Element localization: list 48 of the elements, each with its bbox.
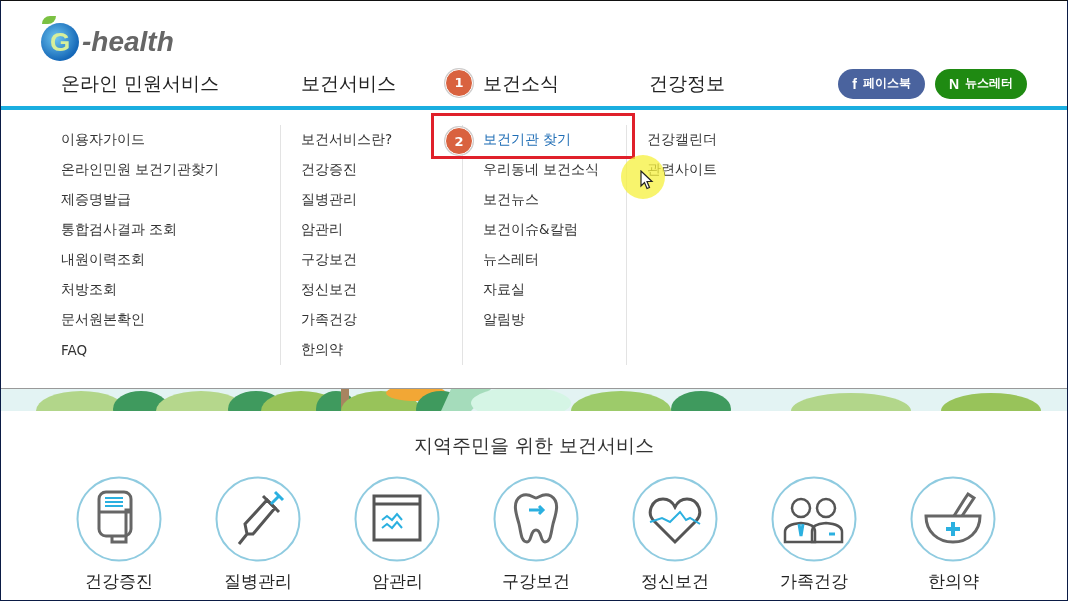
submenu-item[interactable]: 이용자가이드 xyxy=(61,131,145,149)
nav-menu-item[interactable]: 온라인 민원서비스 xyxy=(61,70,220,97)
submenu-item[interactable]: 암관리 xyxy=(301,221,343,239)
service-label[interactable]: 암관리 xyxy=(371,570,423,593)
submenu-item[interactable]: 뉴스레터 xyxy=(483,251,539,269)
service-label[interactable]: 건강증진 xyxy=(85,570,153,593)
social-button[interactable]: N 뉴스레터 xyxy=(934,68,1027,99)
submenu-item[interactable]: 건강캘린더 xyxy=(647,131,717,149)
submenu-item[interactable]: 보건기관 찾기 xyxy=(483,131,572,149)
submenu-item[interactable]: 건강증진 xyxy=(301,161,357,179)
service-icon[interactable] xyxy=(76,476,162,562)
submenu-item[interactable]: 내원이력조회 xyxy=(61,251,145,269)
service-icon[interactable] xyxy=(771,476,857,562)
social-button[interactable]: f 페이스북 xyxy=(838,68,925,99)
nav-menu-item[interactable]: 건강정보 xyxy=(649,70,725,97)
service-label[interactable]: 질병관리 xyxy=(224,570,292,593)
submenu-item[interactable]: 보건뉴스 xyxy=(483,191,539,209)
submenu-item[interactable]: 처방조회 xyxy=(61,281,117,299)
submenu-item[interactable]: 제증명발급 xyxy=(61,191,131,209)
logo[interactable]: G -health xyxy=(41,16,174,61)
submenu-item[interactable]: 보건이슈&칼럼 xyxy=(483,221,578,239)
submenu-item[interactable]: 문서원본확인 xyxy=(61,311,145,329)
submenu-item[interactable]: 온라인민원 보건기관찾기 xyxy=(61,161,220,179)
submenu-item[interactable]: 우리동네 보건소식 xyxy=(483,161,600,179)
submenu-item[interactable]: 통합검사결과 조회 xyxy=(61,221,178,239)
service-label[interactable]: 가족건강 xyxy=(780,570,848,593)
submenu-item[interactable]: 한의약 xyxy=(301,341,343,359)
submenu-item[interactable]: 정신보건 xyxy=(301,281,357,299)
submenu-item[interactable]: 자료실 xyxy=(483,281,525,299)
submenu-item[interactable]: 질병관리 xyxy=(301,191,357,209)
nav-menu-item[interactable]: 보건소식 xyxy=(483,70,559,97)
service-label[interactable]: 정신보건 xyxy=(641,570,709,593)
service-icon[interactable] xyxy=(493,476,579,562)
submenu-item[interactable]: 가족건강 xyxy=(301,311,357,329)
step-badge: 1 xyxy=(445,68,473,97)
section-title: 지역주민을 위한 보건서비스 xyxy=(412,433,656,458)
service-icon[interactable] xyxy=(215,476,301,562)
submenu-item[interactable]: 알림방 xyxy=(483,311,525,329)
service-icon[interactable] xyxy=(632,476,718,562)
service-icon[interactable] xyxy=(354,476,440,562)
submenu-item[interactable]: FAQ xyxy=(61,342,88,358)
service-label[interactable]: 한의약 xyxy=(927,570,979,593)
submenu-item[interactable]: 구강보건 xyxy=(301,251,357,269)
submenu-item[interactable]: 보건서비스란? xyxy=(301,131,393,149)
service-label[interactable]: 구강보건 xyxy=(502,570,570,593)
step-badge: 2 xyxy=(445,127,473,155)
nav-menu-item[interactable]: 보건서비스 xyxy=(301,70,396,97)
service-icon[interactable] xyxy=(910,476,996,562)
